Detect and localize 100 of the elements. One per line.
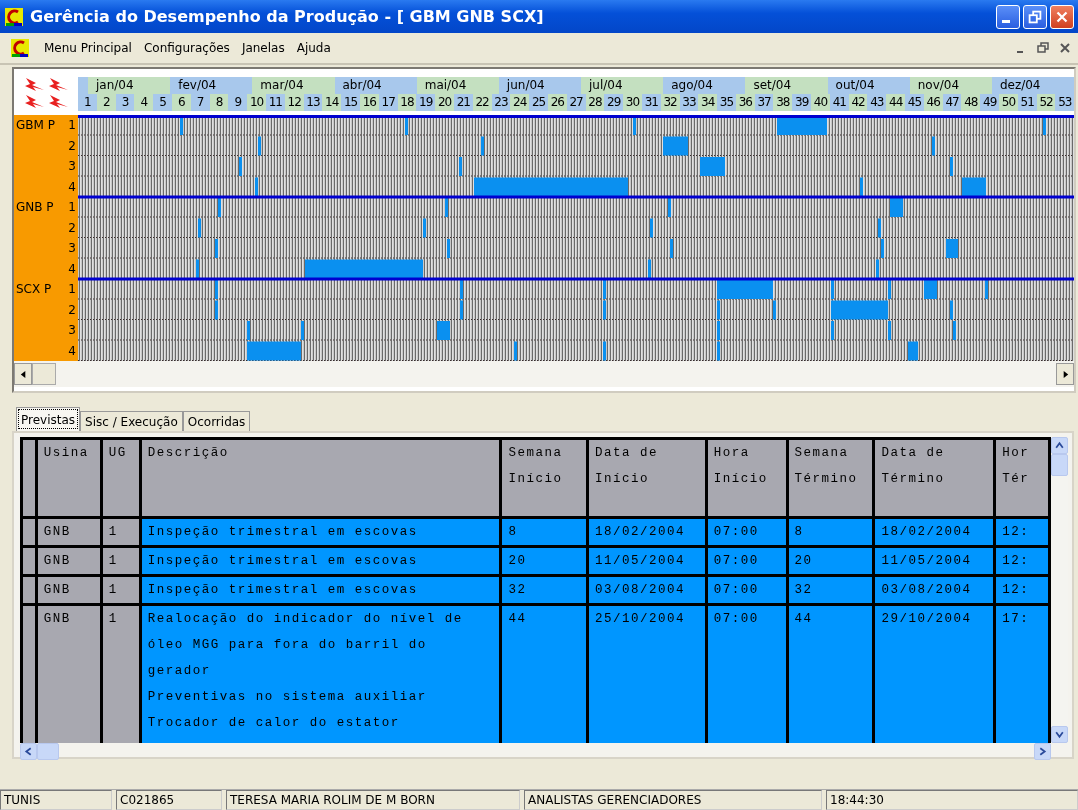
week-header: 43: [867, 94, 887, 111]
gantt-bar: [437, 321, 450, 340]
restore-icon[interactable]: [1036, 41, 1050, 55]
table-cell: GNB: [36, 575, 102, 605]
table-cell: GNB: [36, 604, 102, 743]
column-header[interactable]: Hor Tér: [994, 438, 1050, 518]
app-logo-icon: [4, 6, 24, 27]
table-cell: 03/08/2004: [873, 575, 995, 605]
scroll-thumb[interactable]: [1051, 454, 1068, 476]
scroll-thumb[interactable]: [37, 743, 59, 760]
table-cell: 11/05/2004: [587, 546, 707, 576]
gantt-bar: [514, 341, 517, 361]
gantt-bar: [932, 136, 935, 156]
group-label: GBM P: [16, 118, 56, 133]
week-header: 29: [604, 94, 624, 111]
down-chevron-icon: [1054, 729, 1065, 740]
week-header: 50: [999, 94, 1018, 111]
scroll-thumb[interactable]: [32, 363, 56, 385]
gantt-bar: [481, 136, 484, 156]
gantt-bar: [196, 259, 199, 279]
week-header: 40: [811, 94, 830, 111]
menu-item[interactable]: Menu Principal: [38, 41, 138, 55]
scroll-left-button[interactable]: [14, 363, 32, 385]
gantt-bar: [663, 136, 688, 156]
gantt-bar: [423, 218, 426, 238]
unit-label: 3: [68, 159, 76, 174]
vertical-scrollbar[interactable]: [1051, 437, 1068, 743]
gantt-bar: [255, 177, 258, 197]
gantt-bar: [258, 136, 261, 156]
table-cell: 03/08/2004: [587, 575, 707, 605]
table-cell: GNB: [36, 546, 102, 576]
horizontal-scrollbar[interactable]: [20, 743, 1051, 760]
tab[interactable]: Sisc / Execução: [80, 411, 183, 431]
table-cell: 32: [787, 575, 874, 605]
week-header: 49: [980, 94, 1000, 111]
gantt-bar: [962, 177, 986, 197]
table-cell: 07:00: [706, 604, 788, 743]
week-header: 5: [153, 94, 172, 111]
week-header: 39: [792, 94, 812, 111]
table-cell: 25/10/2004: [587, 604, 707, 743]
scroll-up-button[interactable]: [1051, 437, 1068, 454]
restore-button[interactable]: [1023, 4, 1047, 29]
horizontal-scrollbar[interactable]: [14, 361, 1074, 387]
up-chevron-icon: [1054, 440, 1065, 451]
column-header[interactable]: Hora Início: [706, 438, 788, 518]
gantt-bar: [447, 239, 450, 258]
column-header[interactable]: Semana Término: [787, 438, 874, 518]
group-label: SCX P: [16, 282, 53, 297]
unit-label: 3: [68, 323, 76, 338]
month-header: mar/04: [252, 77, 335, 94]
window-title: Gerência do Desempenho da Produção - [ GBM GNB SCX]: [30, 7, 545, 26]
column-header[interactable]: UG: [101, 438, 141, 518]
menu-item[interactable]: Configurações: [137, 41, 236, 55]
status-panel: ANALISTAS GERENCIADORES: [524, 790, 822, 810]
month-header: nov/04: [909, 77, 992, 94]
row-selector[interactable]: [21, 546, 37, 576]
gantt-bar: [459, 157, 462, 176]
minimize-button[interactable]: [996, 4, 1020, 29]
table-cell: 44: [500, 604, 588, 743]
table-cell: 1: [101, 604, 141, 743]
status-panel: 18:44:30: [826, 790, 1078, 810]
close-button[interactable]: [1050, 4, 1074, 29]
month-header: set/04: [745, 77, 828, 94]
gantt-bar: [700, 157, 725, 176]
week-header: 9: [228, 94, 248, 111]
week-header: 24: [510, 94, 530, 111]
week-header: 25: [529, 94, 548, 111]
unit-label: 3: [68, 241, 76, 256]
week-header: 19: [416, 94, 436, 111]
column-header[interactable]: Descrição: [140, 438, 501, 518]
unit-label: 1: [68, 282, 76, 297]
scroll-down-button[interactable]: [1051, 726, 1068, 743]
week-header: 1: [78, 94, 97, 111]
week-header: 4: [134, 94, 154, 111]
table-cell: 8: [500, 517, 588, 547]
gantt-bar: [650, 218, 653, 238]
column-header[interactable]: Semana Início: [500, 438, 588, 518]
table-cell: 07:00: [706, 517, 788, 547]
tab[interactable]: Ocorridas: [182, 411, 251, 431]
table-cell: 20: [500, 546, 588, 576]
row-selector[interactable]: [21, 575, 37, 605]
unit-label: 2: [68, 220, 76, 235]
week-header: 14: [322, 94, 342, 111]
close-icon[interactable]: [1058, 41, 1072, 55]
week-header: 38: [773, 94, 793, 111]
gantt-bar: [946, 239, 958, 258]
tab[interactable]: Previstas: [16, 407, 81, 431]
scroll-right-button[interactable]: [1056, 363, 1074, 385]
column-header[interactable]: Data de Início: [587, 438, 707, 518]
row-selector[interactable]: [21, 517, 37, 547]
gantt-bar: [668, 198, 671, 217]
menu-item[interactable]: Janelas: [235, 41, 291, 55]
app-logo-icon[interactable]: [10, 38, 30, 58]
menu-item[interactable]: Ajuda: [290, 41, 337, 55]
week-header: 20: [435, 94, 454, 111]
table-cell: 17:: [994, 604, 1050, 743]
column-header[interactable]: Usina: [36, 438, 102, 518]
gantt-bar: [860, 177, 863, 197]
column-header[interactable]: Data de Término: [873, 438, 995, 518]
gantt-bar: [603, 341, 606, 361]
